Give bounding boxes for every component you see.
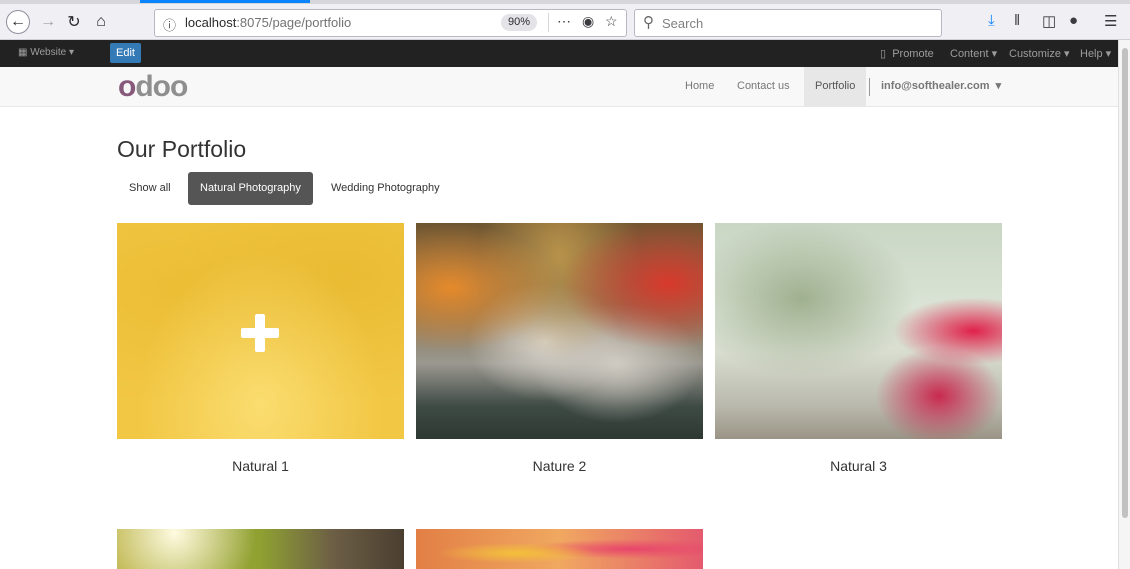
reload-icon: ↻ <box>67 14 81 31</box>
portfolio-caption[interactable]: Nature 2 <box>416 458 703 474</box>
back-arrow-icon: ← <box>10 13 26 30</box>
page-actions-icon[interactable]: ⋯ <box>557 13 571 30</box>
sidebar-icon[interactable]: ◫ <box>1042 12 1056 30</box>
url-path: :8075/page/portfolio <box>236 15 352 30</box>
url-text[interactable]: localhost:8075/page/portfolio <box>185 15 351 30</box>
odoo-logo[interactable]: odoo <box>118 70 188 103</box>
nav-home[interactable]: Home <box>674 67 725 106</box>
search-placeholder: Search <box>662 16 704 31</box>
site-header: odoo Home Contact us Portfolio info@soft… <box>0 67 1118 107</box>
customize-menu[interactable]: Customize ▾ <box>1009 47 1070 60</box>
portfolio-item[interactable] <box>117 529 404 569</box>
home-button[interactable]: ⌂ <box>89 10 113 34</box>
active-tab-indicator[interactable] <box>140 0 310 3</box>
plus-icon <box>241 314 279 352</box>
portfolio-caption[interactable]: Natural 3 <box>715 458 1002 474</box>
browser-toolbar: ← → ↻ ⌂ ⓘ localhost:8075/page/portfolio … <box>0 4 1130 40</box>
url-bar-divider <box>548 13 549 32</box>
library-icon[interactable]: ‖ <box>1014 12 1020 29</box>
forward-button[interactable]: → <box>36 10 60 34</box>
promote-menu[interactable]: ▯ Promote <box>880 47 934 60</box>
menu-icon[interactable]: ☰ <box>1104 12 1117 30</box>
logo-rest: doo <box>135 70 188 103</box>
portfolio-caption[interactable]: Natural 1 <box>117 458 404 474</box>
user-menu[interactable]: info@softhealer.com ▾ <box>881 67 1001 106</box>
site-info-icon[interactable]: ⓘ <box>163 15 176 34</box>
portfolio-item-natural-1[interactable] <box>117 223 404 439</box>
apps-grid-icon: ▦ <box>18 47 28 58</box>
search-bar[interactable]: ⚲ Search <box>634 9 942 37</box>
filter-show-all[interactable]: Show all <box>117 172 183 205</box>
page-scrollbar[interactable] <box>1118 40 1130 569</box>
website-menu[interactable]: ▦ Website ▾ <box>18 47 74 58</box>
bookmark-star-icon[interactable]: ☆ <box>605 13 618 30</box>
page-title: Our Portfolio <box>117 136 247 162</box>
edit-button[interactable]: Edit <box>110 43 141 63</box>
downloads-icon[interactable]: ⤓ <box>988 12 995 29</box>
help-label: Help <box>1080 48 1103 60</box>
help-menu[interactable]: Help ▾ <box>1080 47 1111 60</box>
pocket-icon[interactable]: ◉ <box>582 13 594 30</box>
scrollbar-thumb[interactable] <box>1122 48 1128 518</box>
reload-button[interactable]: ↻ <box>62 10 86 34</box>
url-host: localhost <box>185 15 237 30</box>
logo-o: o <box>118 70 136 103</box>
nav-contact-us[interactable]: Contact us <box>726 67 801 106</box>
website-menu-label: Website <box>30 47 67 58</box>
home-icon: ⌂ <box>96 13 106 30</box>
portfolio-item[interactable] <box>416 529 703 569</box>
odoo-admin-bar: ▦ Website ▾ Edit ▯ Promote Content ▾ Cus… <box>0 40 1118 67</box>
zoom-indicator[interactable]: 90% <box>501 14 538 31</box>
search-icon: ⚲ <box>643 14 654 31</box>
back-button[interactable]: ← <box>6 10 30 34</box>
url-bar[interactable]: ⓘ localhost:8075/page/portfolio 90% ⋯ ◉ … <box>154 9 627 37</box>
content-label: Content <box>950 48 989 60</box>
content-menu[interactable]: Content ▾ <box>950 47 997 60</box>
nav-portfolio[interactable]: Portfolio <box>804 67 867 106</box>
promote-label: Promote <box>892 48 934 60</box>
filter-wedding-photography[interactable]: Wedding Photography <box>319 172 452 205</box>
user-email: info@softhealer.com <box>881 80 990 92</box>
mobile-icon: ▯ <box>880 48 887 60</box>
nav-divider <box>869 78 870 96</box>
portfolio-item-natural-3[interactable] <box>715 223 1002 439</box>
portfolio-item-nature-2[interactable] <box>416 223 703 439</box>
extension-icon[interactable]: ● <box>1069 12 1078 29</box>
forward-arrow-icon: → <box>40 13 56 30</box>
filter-natural-photography[interactable]: Natural Photography <box>188 172 313 205</box>
customize-label: Customize <box>1009 48 1061 60</box>
